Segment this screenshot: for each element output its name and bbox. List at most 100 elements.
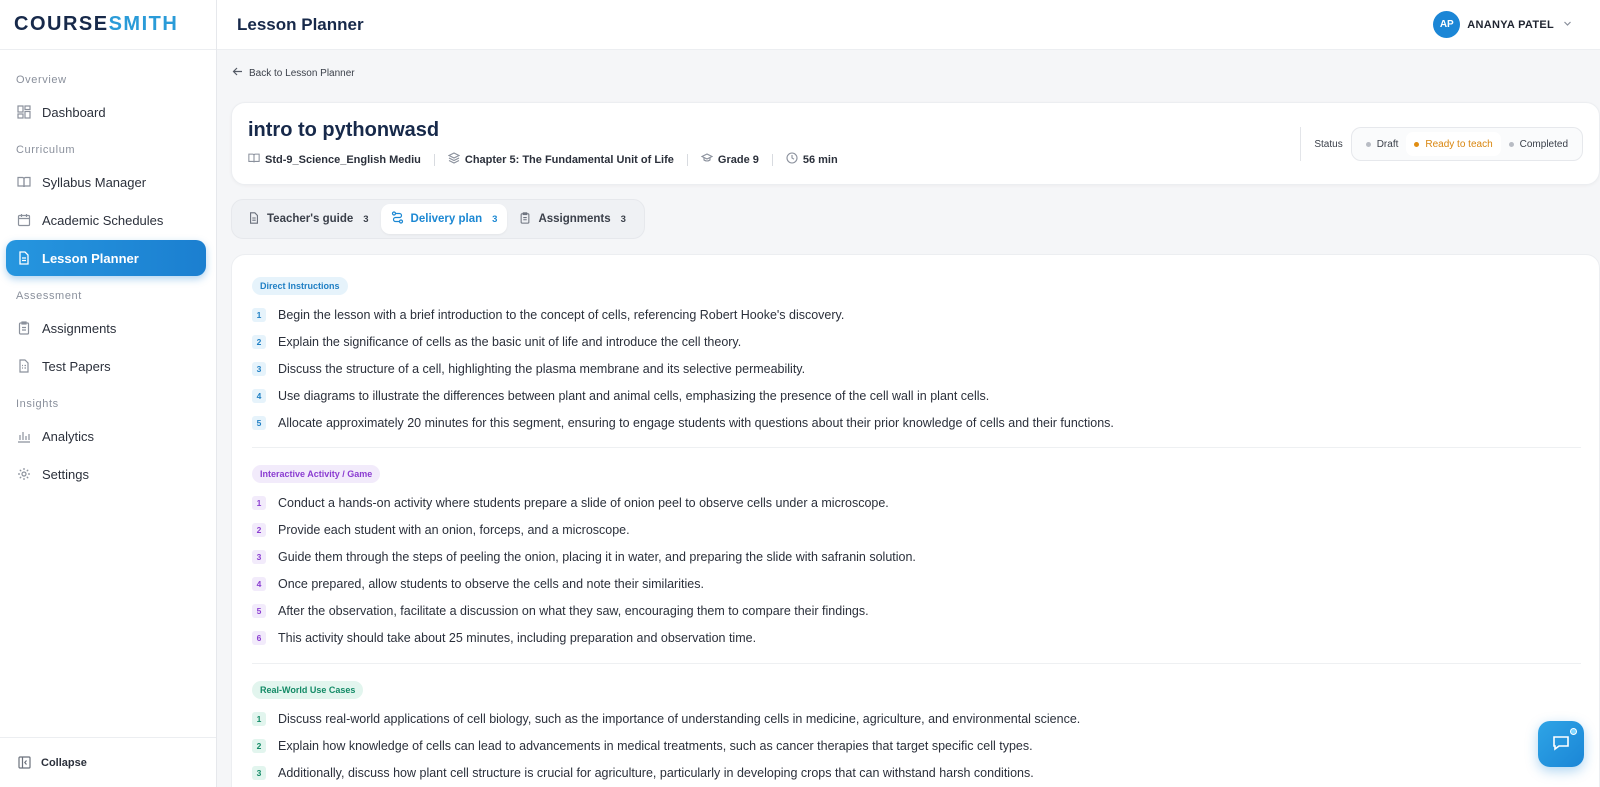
nav-section-insights: Insights xyxy=(16,398,59,410)
list-item: 2 Explain how knowledge of cells can lead… xyxy=(252,732,1581,759)
book-icon xyxy=(17,175,31,189)
list-item: 4 Use diagrams to illustrate the differen… xyxy=(252,382,1581,409)
notification-dot xyxy=(1570,728,1577,735)
list-item: 1 Discuss real-world applications of cell… xyxy=(252,705,1581,732)
sidebar-item-dashboard[interactable]: Dashboard xyxy=(6,94,206,130)
lesson-duration: 56 min xyxy=(786,152,838,167)
calendar-icon xyxy=(17,213,31,227)
dashboard-icon xyxy=(17,105,31,119)
tab-assignments[interactable]: Assignments 3 xyxy=(509,204,636,234)
list-item: 4 Once prepared, allow students to observ… xyxy=(252,570,1581,597)
tab-label: Teacher's guide xyxy=(267,213,354,225)
sidebar-item-analytics[interactable]: Analytics xyxy=(6,418,206,454)
tab-count: 3 xyxy=(492,213,498,225)
lesson-chapter: Chapter 5: The Fundamental Unit of Life xyxy=(447,152,674,167)
step-text: Discuss the structure of a cell, highlig… xyxy=(278,361,806,376)
section-interactive-activity: Interactive Activity / Game 1 Conduct a h… xyxy=(252,465,1581,651)
book-icon xyxy=(248,152,260,167)
step-number: 4 xyxy=(252,388,266,403)
status-dot xyxy=(1365,141,1371,147)
status-option-label: Ready to teach xyxy=(1425,138,1493,150)
list-item: 2 Provide each student with an onion, for… xyxy=(252,516,1581,543)
step-text: This activity should take about 25 minut… xyxy=(278,630,757,645)
delivery-plan-card: Direct Instructions 1 Begin the lesson wi… xyxy=(231,254,1600,787)
step-text: Explain the significance of cells as the… xyxy=(278,334,742,349)
main-content: Back to Lesson Planner intro to pythonwa… xyxy=(217,50,1600,787)
step-number: 1 xyxy=(252,307,266,322)
sidebar-item-academic-schedules[interactable]: Academic Schedules xyxy=(6,202,206,238)
status-option-label: Draft xyxy=(1376,138,1399,150)
list-item: 3 Additionally, discuss how plant cell st… xyxy=(252,759,1581,786)
status-label: Status xyxy=(1314,138,1343,150)
sidebar-item-label: Academic Schedules xyxy=(42,212,164,228)
status-option-completed[interactable]: Completed xyxy=(1501,132,1576,156)
meta-divider xyxy=(686,153,688,166)
step-text: Allocate approximately 20 minutes for th… xyxy=(278,415,1114,430)
tab-count: 3 xyxy=(363,213,369,225)
sidebar-item-test-papers[interactable]: Test Papers xyxy=(6,348,206,384)
status-control: Status Draft Ready to teach Completed xyxy=(1300,127,1583,161)
gear-icon xyxy=(17,467,31,481)
tab-label: Assignments xyxy=(538,213,611,225)
avatar: AP xyxy=(1433,11,1461,38)
chat-button[interactable] xyxy=(1538,721,1584,767)
step-list: 1 Begin the lesson with a brief introduct… xyxy=(252,301,1581,436)
step-text: Begin the lesson with a brief introducti… xyxy=(278,307,845,322)
list-item: 3 Discuss the structure of a cell, highli… xyxy=(252,355,1581,382)
step-list: 1 Discuss real-world applications of cell… xyxy=(252,705,1581,786)
status-dot xyxy=(1414,141,1420,147)
list-item: 1 Conduct a hands-on activity where stude… xyxy=(252,489,1581,516)
chevron-down-icon xyxy=(1563,19,1572,30)
list-item: 2 Explain the significance of cells as th… xyxy=(252,328,1581,355)
chapter-text: Chapter 5: The Fundamental Unit of Life xyxy=(464,153,674,166)
clipboard-icon xyxy=(17,321,31,335)
step-number: 3 xyxy=(252,549,266,564)
step-number: 2 xyxy=(252,738,266,753)
tab-count: 3 xyxy=(620,213,626,225)
brand-part2: SMITH xyxy=(108,13,179,35)
grade-text: Grade 9 xyxy=(717,153,759,166)
clock-icon xyxy=(786,152,798,167)
step-number: 1 xyxy=(252,495,266,510)
sidebar-item-settings[interactable]: Settings xyxy=(6,456,206,492)
sidebar-nav: Overview Dashboard Curriculum Syllabus M… xyxy=(0,50,216,492)
back-link-label: Back to Lesson Planner xyxy=(249,67,355,79)
step-text: Once prepared, allow students to observe… xyxy=(278,576,704,591)
lesson-header-card: intro to pythonwasd Std-9_Science_Englis… xyxy=(231,102,1600,185)
page-title: Lesson Planner xyxy=(237,14,364,34)
sidebar-item-label: Test Papers xyxy=(42,358,111,374)
status-option-label: Completed xyxy=(1519,138,1568,150)
back-link[interactable]: Back to Lesson Planner xyxy=(232,66,355,80)
status-option-ready-to-teach[interactable]: Ready to teach xyxy=(1406,132,1501,156)
sidebar-item-label: Lesson Planner xyxy=(42,250,139,266)
step-list: 1 Conduct a hands-on activity where stude… xyxy=(252,489,1581,651)
collapse-button[interactable]: Collapse xyxy=(0,737,216,787)
list-item: 3 Guide them through the steps of peeling… xyxy=(252,543,1581,570)
brand-logo[interactable]: COURSE SMITH xyxy=(0,0,216,50)
graduation-cap-icon xyxy=(700,152,714,167)
lesson-tabs: Teacher's guide 3 Delivery plan 3 Assign… xyxy=(231,199,645,239)
document-icon xyxy=(248,211,260,227)
tab-teachers-guide[interactable]: Teacher's guide 3 xyxy=(238,204,379,234)
step-text: Explain how knowledge of cells can lead … xyxy=(278,738,1033,753)
user-menu[interactable]: AP ANANYA PATEL xyxy=(1433,11,1572,38)
meta-divider xyxy=(433,153,435,166)
section-tag: Real-World Use Cases xyxy=(252,681,364,699)
step-text: Conduct a hands-on activity where studen… xyxy=(278,495,889,510)
step-text: Guide them through the steps of peeling … xyxy=(278,549,916,564)
sidebar-item-syllabus-manager[interactable]: Syllabus Manager xyxy=(6,164,206,200)
syllabus-text: Std-9_Science_English Mediu xyxy=(265,153,421,166)
step-number: 2 xyxy=(252,522,266,537)
status-option-draft[interactable]: Draft xyxy=(1358,132,1407,156)
list-item: 1 Begin the lesson with a brief introduct… xyxy=(252,301,1581,328)
step-text: Provide each student with an onion, forc… xyxy=(278,522,630,537)
clipboard-icon xyxy=(519,211,531,227)
step-number: 6 xyxy=(252,630,266,645)
bar-chart-icon xyxy=(17,429,31,443)
nav-section-curriculum: Curriculum xyxy=(16,144,76,156)
collapse-sidebar-icon xyxy=(18,756,31,769)
top-bar: Lesson Planner AP ANANYA PATEL xyxy=(217,0,1600,50)
tab-delivery-plan[interactable]: Delivery plan 3 xyxy=(380,204,508,234)
sidebar-item-assignments[interactable]: Assignments xyxy=(6,310,206,346)
sidebar-item-lesson-planner[interactable]: Lesson Planner xyxy=(6,240,206,276)
